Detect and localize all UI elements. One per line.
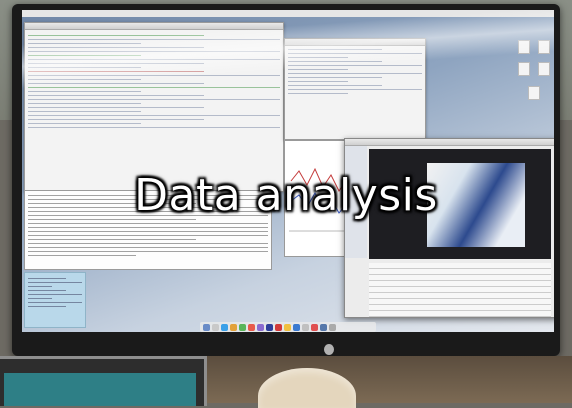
app-icon [275, 323, 282, 331]
sticky-note-text [28, 278, 82, 310]
sticky-note [24, 272, 86, 328]
apple-logo [324, 344, 334, 355]
finder-icon [203, 323, 210, 331]
script-editor-code [28, 35, 280, 131]
app-icon [230, 323, 237, 331]
app-icon [248, 323, 255, 331]
trash-icon [329, 323, 336, 331]
desktop-file-icon [518, 62, 530, 76]
desktop-file-icon [528, 86, 540, 100]
laptop [0, 356, 207, 406]
app-icon [239, 323, 246, 331]
app-icon [293, 323, 300, 331]
launchpad-icon [212, 323, 219, 331]
app-icon [320, 323, 327, 331]
finder-titlebar [345, 139, 554, 146]
environment-pane [284, 38, 426, 140]
safari-icon [221, 323, 228, 331]
app-icon [257, 323, 264, 331]
finder-window [344, 138, 554, 318]
desktop-file-icon [518, 40, 530, 54]
app-icon [266, 323, 273, 331]
laptop-screen [4, 373, 196, 406]
desktop-file-icon [538, 40, 550, 54]
environment-values [288, 49, 422, 97]
app-icon [302, 323, 309, 331]
headline-title: Data analysis [134, 170, 438, 221]
app-icon [284, 323, 291, 331]
app-icon [311, 323, 318, 331]
environment-titlebar [285, 39, 425, 46]
finder-file-list [369, 263, 551, 317]
mac-dock [200, 322, 376, 332]
rstudio-titlebar [25, 23, 283, 30]
rstudio-window [24, 22, 284, 192]
mac-menu-bar [22, 10, 554, 17]
desktop-file-icon [538, 62, 550, 76]
